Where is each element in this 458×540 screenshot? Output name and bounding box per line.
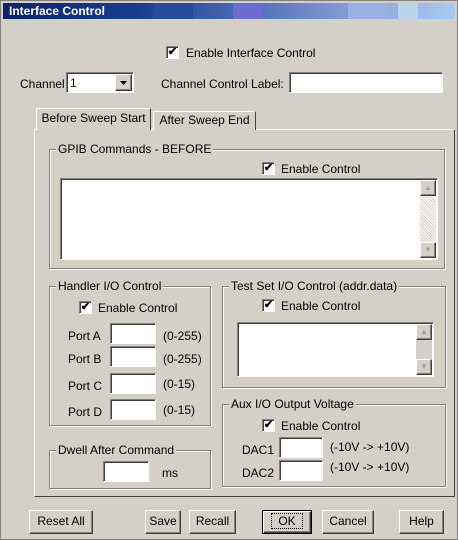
title-bar-stripe bbox=[233, 3, 263, 19]
title-bar-stripe bbox=[348, 3, 388, 19]
channel-control-label-field[interactable] bbox=[290, 73, 442, 92]
dac1-label: DAC1 bbox=[242, 443, 275, 457]
gpib-scrollbar[interactable]: ▲ ▼ bbox=[420, 180, 436, 258]
port-d-label: Port D bbox=[68, 405, 103, 419]
enable-interface-label: Enable Interface Control bbox=[186, 46, 316, 60]
channel-value: 1 bbox=[70, 76, 77, 90]
tab-after-sweep-end-label: After Sweep End bbox=[159, 113, 250, 127]
enable-interface-checkbox[interactable]: ✔ bbox=[166, 46, 179, 59]
tab-before-sweep-start-label: Before Sweep Start bbox=[41, 111, 146, 125]
channel-label: Channel bbox=[20, 77, 65, 91]
ok-button[interactable]: OK bbox=[262, 510, 312, 534]
port-d-field[interactable] bbox=[111, 400, 155, 419]
reset-all-button[interactable]: Reset All bbox=[29, 510, 93, 534]
port-c-field[interactable] bbox=[111, 374, 155, 393]
recall-button[interactable]: Recall bbox=[189, 510, 236, 534]
channel-select[interactable]: 1 bbox=[66, 72, 134, 93]
test-set-enable-label: Enable Control bbox=[281, 299, 361, 313]
gpib-commands-title: GPIB Commands - BEFORE bbox=[56, 142, 214, 156]
port-d-input[interactable] bbox=[110, 399, 156, 420]
test-set-enable-checkbox[interactable]: ✔ bbox=[262, 299, 275, 312]
check-mark-icon: ✔ bbox=[80, 301, 91, 313]
handler-enable-label: Enable Control bbox=[98, 301, 178, 315]
aux-enable-label: Enable Control bbox=[281, 419, 361, 433]
dac1-field[interactable] bbox=[280, 438, 322, 457]
dac1-input[interactable] bbox=[279, 437, 323, 458]
test-set-io-title: Test Set I/O Control (addr.data) bbox=[229, 279, 400, 293]
dwell-title: Dwell After Command bbox=[56, 443, 177, 457]
dac2-field[interactable] bbox=[280, 461, 322, 480]
help-button[interactable]: Help bbox=[399, 510, 444, 534]
interface-control-window: Interface Control ✔ Enable Interface Con… bbox=[0, 0, 458, 540]
save-button[interactable]: Save bbox=[145, 510, 181, 534]
window-title: Interface Control bbox=[9, 4, 106, 18]
channel-control-label: Channel Control Label: bbox=[161, 77, 284, 91]
title-bar-stripe bbox=[398, 3, 418, 19]
dwell-unit: ms bbox=[162, 466, 178, 480]
port-c-input[interactable] bbox=[110, 373, 156, 394]
port-d-range: (0-15) bbox=[163, 403, 196, 417]
dac2-input[interactable] bbox=[279, 460, 323, 481]
handler-enable-checkbox[interactable]: ✔ bbox=[79, 301, 92, 314]
arrow-down-icon[interactable]: ▼ bbox=[416, 359, 432, 375]
title-bar[interactable]: Interface Control bbox=[3, 3, 455, 19]
channel-dropdown-button[interactable] bbox=[115, 74, 132, 91]
port-b-label: Port B bbox=[68, 352, 102, 366]
title-bar-stripe bbox=[153, 3, 193, 19]
channel-control-label-input[interactable] bbox=[289, 72, 443, 93]
arrow-down-icon[interactable]: ▼ bbox=[420, 242, 436, 258]
gpib-enable-checkbox[interactable]: ✔ bbox=[262, 162, 275, 175]
ok-button-label: OK bbox=[271, 513, 303, 529]
check-mark-icon: ✔ bbox=[263, 419, 274, 431]
port-b-field[interactable] bbox=[111, 347, 155, 366]
dac1-range: (-10V -> +10V) bbox=[330, 440, 410, 454]
gpib-enable-label: Enable Control bbox=[281, 162, 361, 176]
aux-enable-checkbox[interactable]: ✔ bbox=[262, 419, 275, 432]
tab-after-sweep-end[interactable]: After Sweep End bbox=[153, 111, 256, 130]
port-b-input[interactable] bbox=[110, 346, 156, 367]
port-c-range: (0-15) bbox=[163, 377, 196, 391]
test-set-textarea[interactable]: ▲ ▼ bbox=[237, 322, 434, 377]
arrow-up-icon[interactable]: ▲ bbox=[416, 324, 432, 340]
check-mark-icon: ✔ bbox=[263, 299, 274, 311]
handler-io-title: Handler I/O Control bbox=[56, 279, 164, 293]
port-a-input[interactable] bbox=[110, 323, 156, 344]
port-b-range: (0-255) bbox=[163, 352, 202, 366]
tab-before-sweep-start[interactable]: Before Sweep Start bbox=[36, 108, 151, 130]
port-c-label: Port C bbox=[68, 379, 103, 393]
dac2-label: DAC2 bbox=[242, 466, 275, 480]
port-a-label: Port A bbox=[68, 329, 101, 343]
check-mark-icon: ✔ bbox=[167, 46, 178, 58]
dwell-input[interactable] bbox=[103, 461, 149, 482]
test-set-scrollbar[interactable]: ▲ ▼ bbox=[416, 324, 432, 375]
port-a-field[interactable] bbox=[111, 324, 155, 343]
chevron-down-icon bbox=[120, 81, 127, 85]
gpib-commands-textarea[interactable]: ▲ ▼ bbox=[60, 178, 438, 260]
cancel-button[interactable]: Cancel bbox=[322, 510, 374, 534]
aux-io-title: Aux I/O Output Voltage bbox=[229, 397, 356, 411]
port-a-range: (0-255) bbox=[163, 329, 202, 343]
check-mark-icon: ✔ bbox=[263, 162, 274, 174]
arrow-up-icon[interactable]: ▲ bbox=[420, 180, 436, 196]
dwell-field[interactable] bbox=[104, 462, 148, 481]
dac2-range: (-10V -> +10V) bbox=[330, 460, 410, 474]
